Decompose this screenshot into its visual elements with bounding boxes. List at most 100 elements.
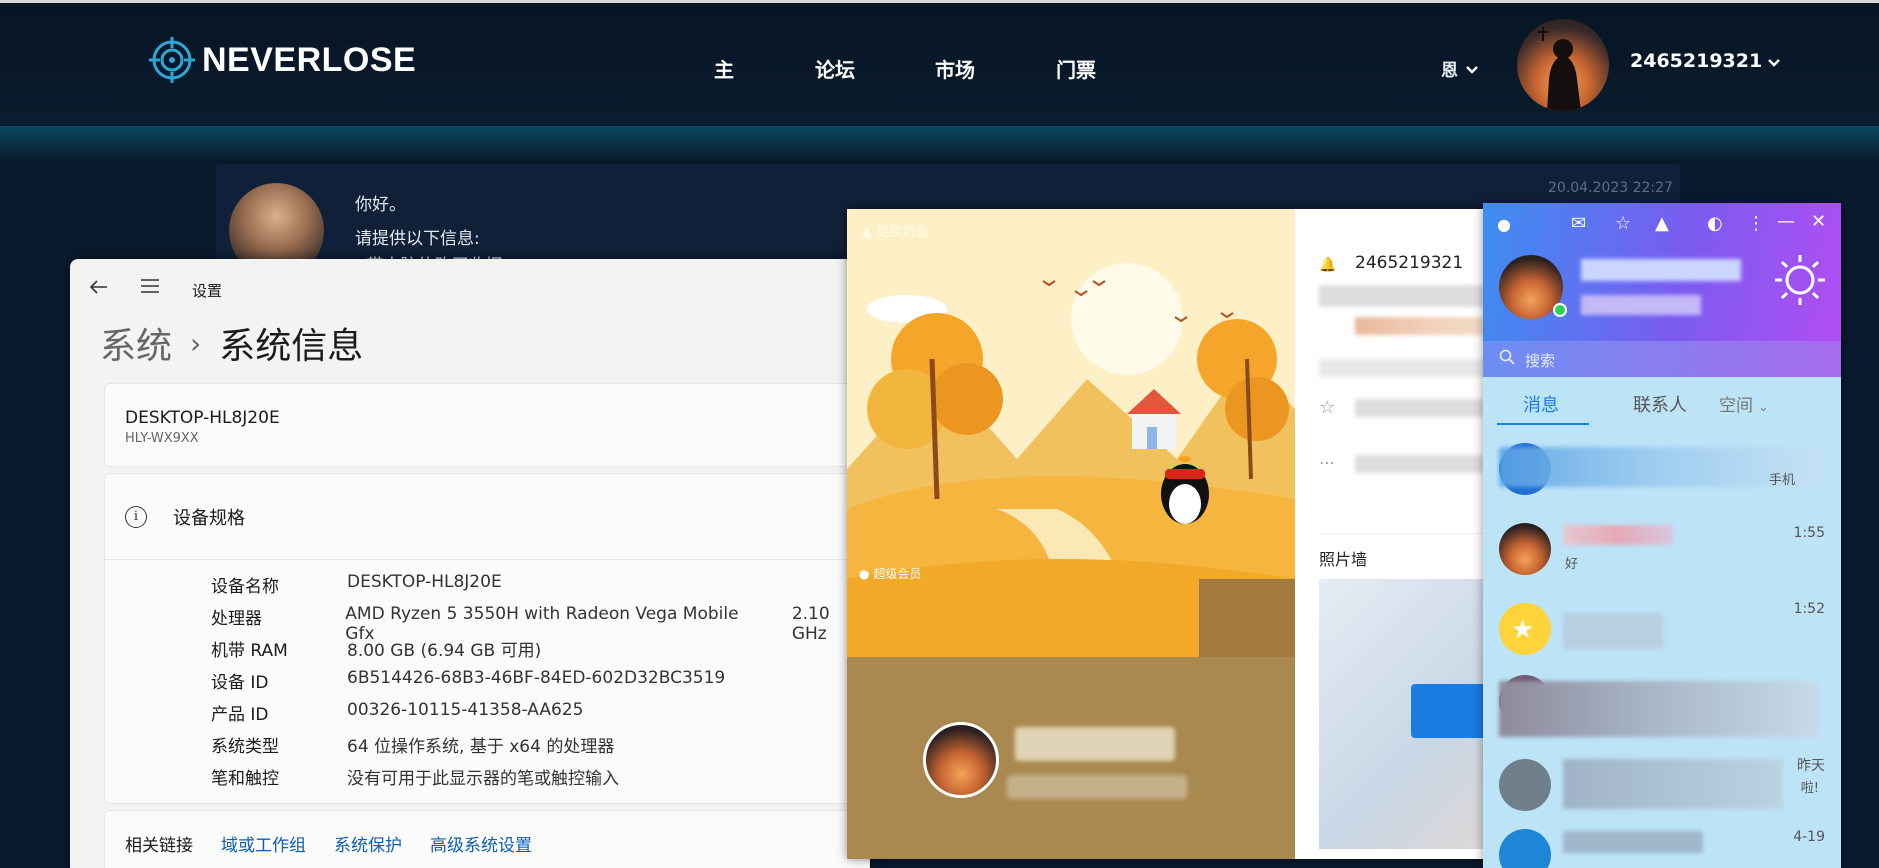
chat-avatar: [1499, 829, 1551, 868]
tshirt-icon[interactable]: ▲: [1655, 213, 1669, 234]
chat-list-item[interactable]: 好 1:55: [1483, 515, 1841, 599]
mail-icon[interactable]: ✉: [1571, 213, 1586, 234]
profile-cover-image: ▲ 更换封面 ● 超级会员: [847, 209, 1295, 657]
bell-icon: 🔔: [1319, 257, 1337, 273]
nav-tickets[interactable]: 门票: [1056, 54, 1096, 83]
device-name: DESKTOP-HL8J20E: [125, 408, 280, 428]
back-arrow-icon[interactable]: [89, 278, 108, 299]
specs-header[interactable]: i 设备规格: [125, 504, 245, 530]
chat-list-item[interactable]: 昨天 啦!: [1483, 743, 1841, 827]
circle-icon[interactable]: ◐: [1707, 213, 1723, 234]
link-advanced-system-settings[interactable]: 高级系统设置: [430, 831, 532, 856]
active-tab-indicator: [1497, 423, 1589, 425]
blurred-signature: [1007, 775, 1187, 799]
blurred-chat: [1563, 759, 1783, 809]
spec-value: 8.00 GB (6.94 GB 可用): [347, 641, 542, 661]
profile-avatar[interactable]: [923, 722, 999, 798]
blurred-chat-name: [1563, 525, 1673, 545]
blurred-detail: [1319, 285, 1489, 307]
more-dots-icon[interactable]: ⋯: [1319, 453, 1335, 472]
language-selector[interactable]: 恩: [1441, 56, 1478, 81]
spec-row: 笔和触控 没有可用于此显示器的笔或触控输入: [211, 764, 619, 789]
logo-text: NEVERLOSE: [202, 40, 417, 79]
spec-value: DESKTOP-HL8J20E: [347, 572, 502, 592]
chat-preview: 手机: [1769, 473, 1796, 488]
tab-space-label: 空间: [1719, 396, 1753, 416]
star-icon: ☆: [1319, 397, 1336, 418]
tab-messages[interactable]: 消息: [1523, 391, 1559, 417]
qq-profile-window: ▲ 更换封面 ● 超级会员 🔔 2465219321 ☆ ⋯ 照片墙: [847, 209, 1587, 859]
star-icon: ★: [1511, 615, 1535, 645]
chevron-down-icon: [1466, 59, 1478, 79]
related-links-label: 相关链接: [125, 836, 193, 856]
upload-photo-button[interactable]: [1411, 684, 1491, 738]
tshirt-icon: ▲: [862, 225, 872, 240]
change-cover-button[interactable]: ▲ 更换封面: [862, 221, 928, 240]
header-glow: [0, 126, 1879, 162]
spec-key: 机带 RAM: [211, 641, 288, 661]
chat-avatar: [1499, 759, 1551, 811]
chat-list-item[interactable]: [1483, 661, 1841, 745]
vip-badge[interactable]: ● 超级会员: [859, 565, 921, 582]
info-icon: i: [125, 506, 147, 528]
qq-header: ● ✉ ☆ ▲ ◐ ⋮ — ✕: [1483, 203, 1841, 341]
more-vertical-icon[interactable]: ⋮: [1747, 213, 1765, 234]
nav-market[interactable]: 市场: [935, 54, 975, 83]
nav-forum[interactable]: 论坛: [815, 54, 855, 83]
site-logo[interactable]: NEVERLOSE: [148, 36, 416, 84]
specs-title: 设备规格: [173, 508, 245, 529]
chat-list-item[interactable]: 4-19: [1483, 817, 1841, 868]
tab-contacts[interactable]: 联系人: [1633, 391, 1687, 417]
user-avatar[interactable]: [1517, 19, 1609, 111]
spec-row: 系统类型 64 位操作系统, 基于 x64 的处理器: [211, 732, 614, 757]
spec-key: 设备名称: [211, 577, 279, 597]
profile-info-panel: [847, 657, 1295, 859]
chat-time: 4-19: [1793, 829, 1825, 845]
page-title: 系统信息: [219, 326, 364, 367]
chat-time: 昨天: [1797, 758, 1825, 774]
search-input[interactable]: 搜索: [1483, 341, 1841, 377]
chat-avatar: [1499, 523, 1551, 575]
hamburger-menu-icon[interactable]: [140, 277, 160, 298]
spec-key: 系统类型: [211, 737, 279, 757]
link-domain-workgroup[interactable]: 域或工作组: [221, 831, 306, 856]
qq-penguin-icon: ●: [1497, 215, 1511, 234]
message-greeting: 你好。: [355, 195, 406, 215]
crosshair-icon: [148, 36, 196, 84]
tab-space[interactable]: 空间 ⌄: [1719, 391, 1768, 416]
breadcrumb-parent[interactable]: 系统: [100, 317, 172, 369]
spec-row: 设备 ID 6B514426-68B3-46BF-84ED-602D32BC35…: [211, 668, 725, 693]
related-links: 相关链接 域或工作组 系统保护 高级系统设置: [125, 831, 532, 856]
link-system-protection[interactable]: 系统保护: [334, 831, 402, 856]
blurred-chat: [1563, 613, 1663, 649]
related-links-card: 相关链接 域或工作组 系统保护 高级系统设置: [104, 810, 870, 868]
language-label: 恩: [1441, 61, 1458, 81]
qq-number: 2465219321: [1355, 253, 1464, 273]
spec-key: 设备 ID: [211, 673, 269, 693]
vip-label: 超级会员: [873, 567, 922, 581]
blurred-signature: [1581, 295, 1701, 315]
chat-preview: 好: [1565, 557, 1579, 572]
settings-window: 设置 系统 › 系统信息 DESKTOP-HL8J20E HLY-WX9XX 重…: [70, 259, 870, 868]
qq-tabs: 消息 联系人 空间 ⌄: [1483, 377, 1841, 427]
nav-home[interactable]: 主: [714, 54, 734, 83]
device-card: DESKTOP-HL8J20E HLY-WX9XX 重: [104, 383, 870, 467]
chat-list-item[interactable]: 手机: [1483, 431, 1841, 515]
message-date: 20.04.2023 22:27: [1548, 180, 1673, 196]
star-icon[interactable]: ☆: [1615, 213, 1631, 234]
chat-time: 1:55: [1793, 525, 1825, 541]
blurred-chat: [1499, 681, 1819, 737]
spec-value: 6B514426-68B3-46BF-84ED-602D32BC3519: [347, 668, 726, 688]
user-menu[interactable]: 2465219321: [1630, 50, 1781, 72]
spec-row: 设备名称 DESKTOP-HL8J20E: [211, 572, 502, 597]
qq-main-panel: ● ✉ ☆ ▲ ◐ ⋮ — ✕ 搜索 消息 联系人 空间 ⌄ 手机 好 1:55…: [1483, 203, 1841, 868]
spec-key: 笔和触控: [211, 769, 279, 789]
minimize-icon[interactable]: —: [1777, 211, 1795, 232]
device-model: HLY-WX9XX: [125, 431, 199, 446]
username: 2465219321: [1630, 50, 1763, 72]
breadcrumb: 系统 › 系统信息: [100, 317, 363, 369]
close-icon[interactable]: ✕: [1811, 211, 1826, 232]
spec-value: 64 位操作系统, 基于 x64 的处理器: [347, 737, 615, 757]
spec-value: 没有可用于此显示器的笔或触控输入: [347, 769, 619, 789]
blurred-chat-name: [1563, 831, 1703, 853]
